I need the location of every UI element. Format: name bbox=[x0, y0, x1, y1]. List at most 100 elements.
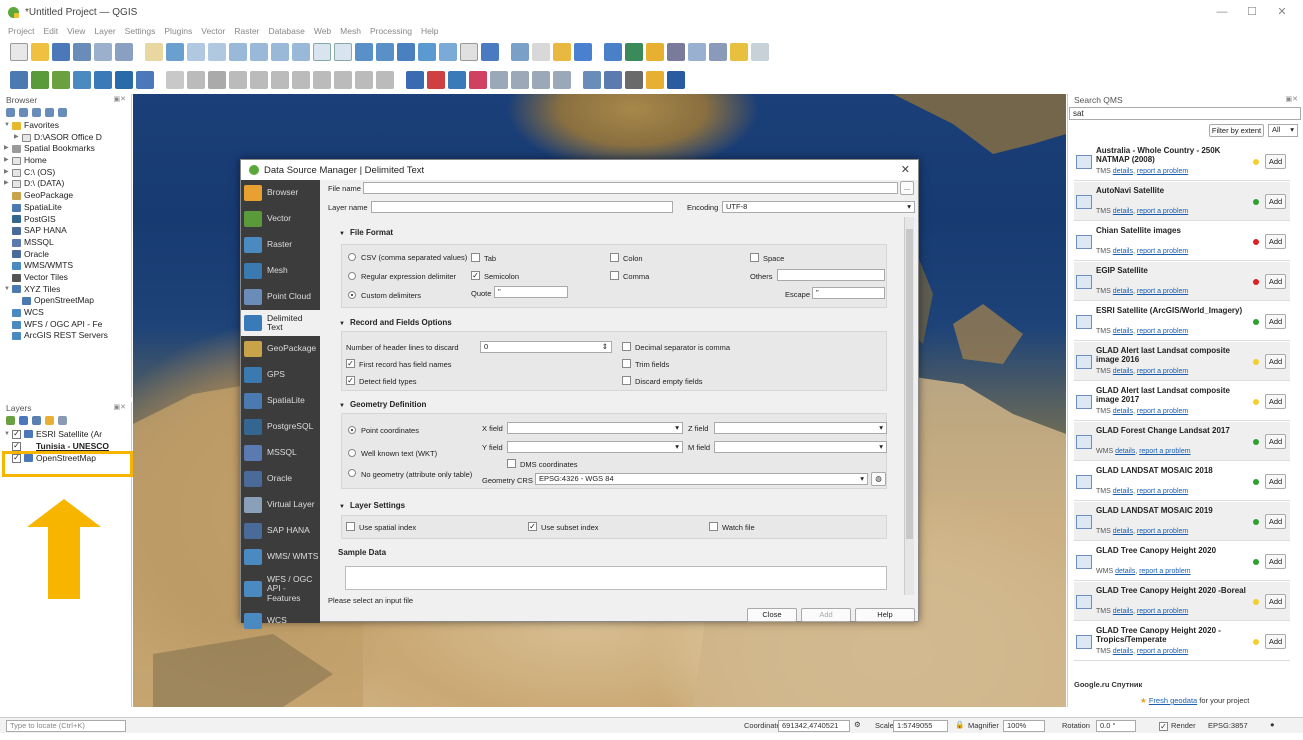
new-geopackage-icon[interactable] bbox=[31, 71, 49, 89]
python-console-icon[interactable] bbox=[646, 71, 664, 89]
report-problem-link[interactable]: report a problem bbox=[1137, 288, 1188, 295]
add-wms-icon[interactable] bbox=[115, 71, 133, 89]
plugin-icon[interactable] bbox=[667, 71, 685, 89]
sidebar-item-sap-hana[interactable]: SAP HANA bbox=[241, 518, 320, 544]
panel-float-close-icon[interactable]: ▣✕ bbox=[114, 95, 126, 103]
details-link[interactable]: details bbox=[1113, 368, 1133, 375]
new-map-view-icon[interactable] bbox=[355, 43, 373, 61]
report-problem-link[interactable]: report a problem bbox=[1139, 448, 1190, 455]
file-name-input[interactable] bbox=[363, 182, 898, 194]
menu-view[interactable]: View bbox=[67, 26, 85, 36]
filter-legend-icon[interactable] bbox=[45, 416, 54, 425]
add-service-button[interactable]: Add bbox=[1265, 594, 1286, 609]
show-hide-labels-icon[interactable] bbox=[448, 71, 466, 89]
label-callout-icon[interactable] bbox=[532, 71, 550, 89]
vertex-tool-icon[interactable] bbox=[250, 71, 268, 89]
quote-input[interactable]: " bbox=[494, 286, 568, 298]
rotation-field[interactable]: 0.0 ° bbox=[1096, 720, 1136, 732]
browser-item-d-asor-office-d[interactable]: ▶ D:\ASOR Office D bbox=[4, 132, 131, 144]
detect-types-checkbox[interactable]: ✓ bbox=[346, 376, 355, 385]
add-service-button[interactable]: Add bbox=[1265, 634, 1286, 649]
show-bookmarks-icon[interactable] bbox=[418, 43, 436, 61]
tab-checkbox[interactable] bbox=[471, 253, 480, 262]
details-link[interactable]: details bbox=[1113, 168, 1133, 175]
watch-file-checkbox[interactable] bbox=[709, 522, 718, 531]
qms-result-item[interactable]: GLAD Forest Change Landsat 2017 WMS detai… bbox=[1074, 422, 1290, 461]
layer-name-input[interactable] bbox=[371, 201, 673, 213]
menu-settings[interactable]: Settings bbox=[125, 26, 156, 36]
new-project-icon[interactable] bbox=[10, 43, 28, 61]
menu-database[interactable]: Database bbox=[268, 26, 304, 36]
open-table-icon[interactable] bbox=[688, 43, 706, 61]
browser-item-geopackage[interactable]: GeoPackage bbox=[4, 190, 131, 202]
report-problem-link[interactable]: report a problem bbox=[1137, 168, 1188, 175]
dms-checkbox[interactable] bbox=[507, 459, 516, 468]
details-link[interactable]: details bbox=[1115, 568, 1135, 575]
qms-result-item[interactable]: GLAD Tree Canopy Height 2020 WMS details,… bbox=[1074, 542, 1290, 581]
print-layout-icon[interactable] bbox=[94, 43, 112, 61]
details-link[interactable]: details bbox=[1113, 248, 1133, 255]
menu-web[interactable]: Web bbox=[314, 26, 331, 36]
browse-button[interactable]: ... bbox=[900, 181, 914, 195]
browser-item-oracle[interactable]: Oracle bbox=[4, 249, 131, 261]
add-selected-layers-icon[interactable] bbox=[6, 108, 15, 117]
zoom-full-icon[interactable] bbox=[229, 43, 247, 61]
qms-search-icon[interactable] bbox=[583, 71, 601, 89]
label-icon[interactable] bbox=[406, 71, 424, 89]
properties-icon[interactable] bbox=[58, 108, 67, 117]
browser-item-favorites[interactable]: ▼ Favorites bbox=[4, 120, 131, 132]
refresh-icon[interactable] bbox=[19, 108, 28, 117]
paste-features-icon[interactable] bbox=[334, 71, 352, 89]
filter-select[interactable]: All ▾ bbox=[1268, 124, 1298, 137]
spatial-index-checkbox[interactable] bbox=[346, 522, 355, 531]
qms-result-item[interactable]: GLAD Tree Canopy Height 2020 - Tropics/T… bbox=[1074, 622, 1290, 661]
browser-item-postgis[interactable]: PostGIS bbox=[4, 214, 131, 226]
toggle-extents-icon[interactable]: ⚙ bbox=[854, 720, 861, 729]
menu-plugins[interactable]: Plugins bbox=[164, 26, 192, 36]
sidebar-item-gps[interactable]: GPS bbox=[241, 362, 320, 388]
zoom-layer-icon[interactable] bbox=[271, 43, 289, 61]
zoom-native-icon[interactable] bbox=[292, 43, 310, 61]
expand-arrow-icon[interactable]: ▶ bbox=[4, 167, 12, 179]
expand-arrow-icon[interactable]: ▼ bbox=[4, 431, 12, 437]
menu-edit[interactable]: Edit bbox=[43, 26, 58, 36]
browser-item-vector-tiles[interactable]: Vector Tiles bbox=[4, 272, 131, 284]
browser-item-arcgis-rest-servers[interactable]: ArcGIS REST Servers bbox=[4, 330, 131, 342]
sidebar-item-delimited-text[interactable]: Delimited Text bbox=[241, 310, 320, 336]
scale-field[interactable]: 1:5749055 bbox=[893, 720, 948, 732]
sidebar-item-postgresql[interactable]: PostgreSQL bbox=[241, 414, 320, 440]
zoom-next-icon[interactable] bbox=[334, 43, 352, 61]
sidebar-item-vector[interactable]: Vector bbox=[241, 206, 320, 232]
toggle-edit-icon[interactable] bbox=[187, 71, 205, 89]
layer-visibility-checkbox[interactable]: ✓ bbox=[12, 441, 21, 451]
details-link[interactable]: details bbox=[1113, 328, 1133, 335]
z-field-select[interactable]: ▾ bbox=[714, 422, 887, 434]
encoding-select[interactable]: UTF-8 ▾ bbox=[722, 201, 915, 213]
report-problem-link[interactable]: report a problem bbox=[1137, 488, 1188, 495]
crs-selector-button[interactable]: ◍ bbox=[871, 472, 886, 486]
collapse-all-icon[interactable] bbox=[45, 108, 54, 117]
text-annotation-icon[interactable] bbox=[751, 43, 769, 61]
add-service-button[interactable]: Add bbox=[1265, 274, 1286, 289]
m-field-select[interactable]: ▾ bbox=[714, 441, 887, 453]
browser-item-c-os[interactable]: ▶ C:\ (OS) bbox=[4, 167, 131, 179]
semicolon-checkbox[interactable]: ✓ bbox=[471, 271, 480, 280]
qms-result-item[interactable]: EGIP Satellite TMS details, report a prob… bbox=[1074, 262, 1290, 301]
pin-labels-icon[interactable] bbox=[427, 71, 445, 89]
statistics-icon[interactable] bbox=[667, 43, 685, 61]
magnifier-field[interactable]: 100% bbox=[1003, 720, 1045, 732]
move-label-icon[interactable] bbox=[469, 71, 487, 89]
expand-arrow-icon[interactable]: ▶ bbox=[14, 132, 22, 144]
qms-result-item[interactable]: GLAD Alert last Landsat composite image … bbox=[1074, 342, 1290, 381]
qms-result-item[interactable]: AutoNavi Satellite TMS details, report a … bbox=[1074, 182, 1290, 221]
zoom-selection-icon[interactable] bbox=[250, 43, 268, 61]
browser-item-home[interactable]: ▶ Home bbox=[4, 155, 131, 167]
file-format-section[interactable]: File Format bbox=[339, 228, 393, 237]
report-problem-link[interactable]: report a problem bbox=[1137, 528, 1188, 535]
qms-result-item[interactable]: GLAD LANDSAT MOSAIC 2019 TMS details, rep… bbox=[1074, 502, 1290, 541]
record-fields-section[interactable]: Record and Fields Options bbox=[339, 318, 452, 327]
pan-icon[interactable] bbox=[145, 43, 163, 61]
expand-arrow-icon[interactable]: ▶ bbox=[4, 143, 12, 155]
geometry-definition-section[interactable]: Geometry Definition bbox=[339, 400, 426, 409]
temporal-icon[interactable] bbox=[439, 43, 457, 61]
